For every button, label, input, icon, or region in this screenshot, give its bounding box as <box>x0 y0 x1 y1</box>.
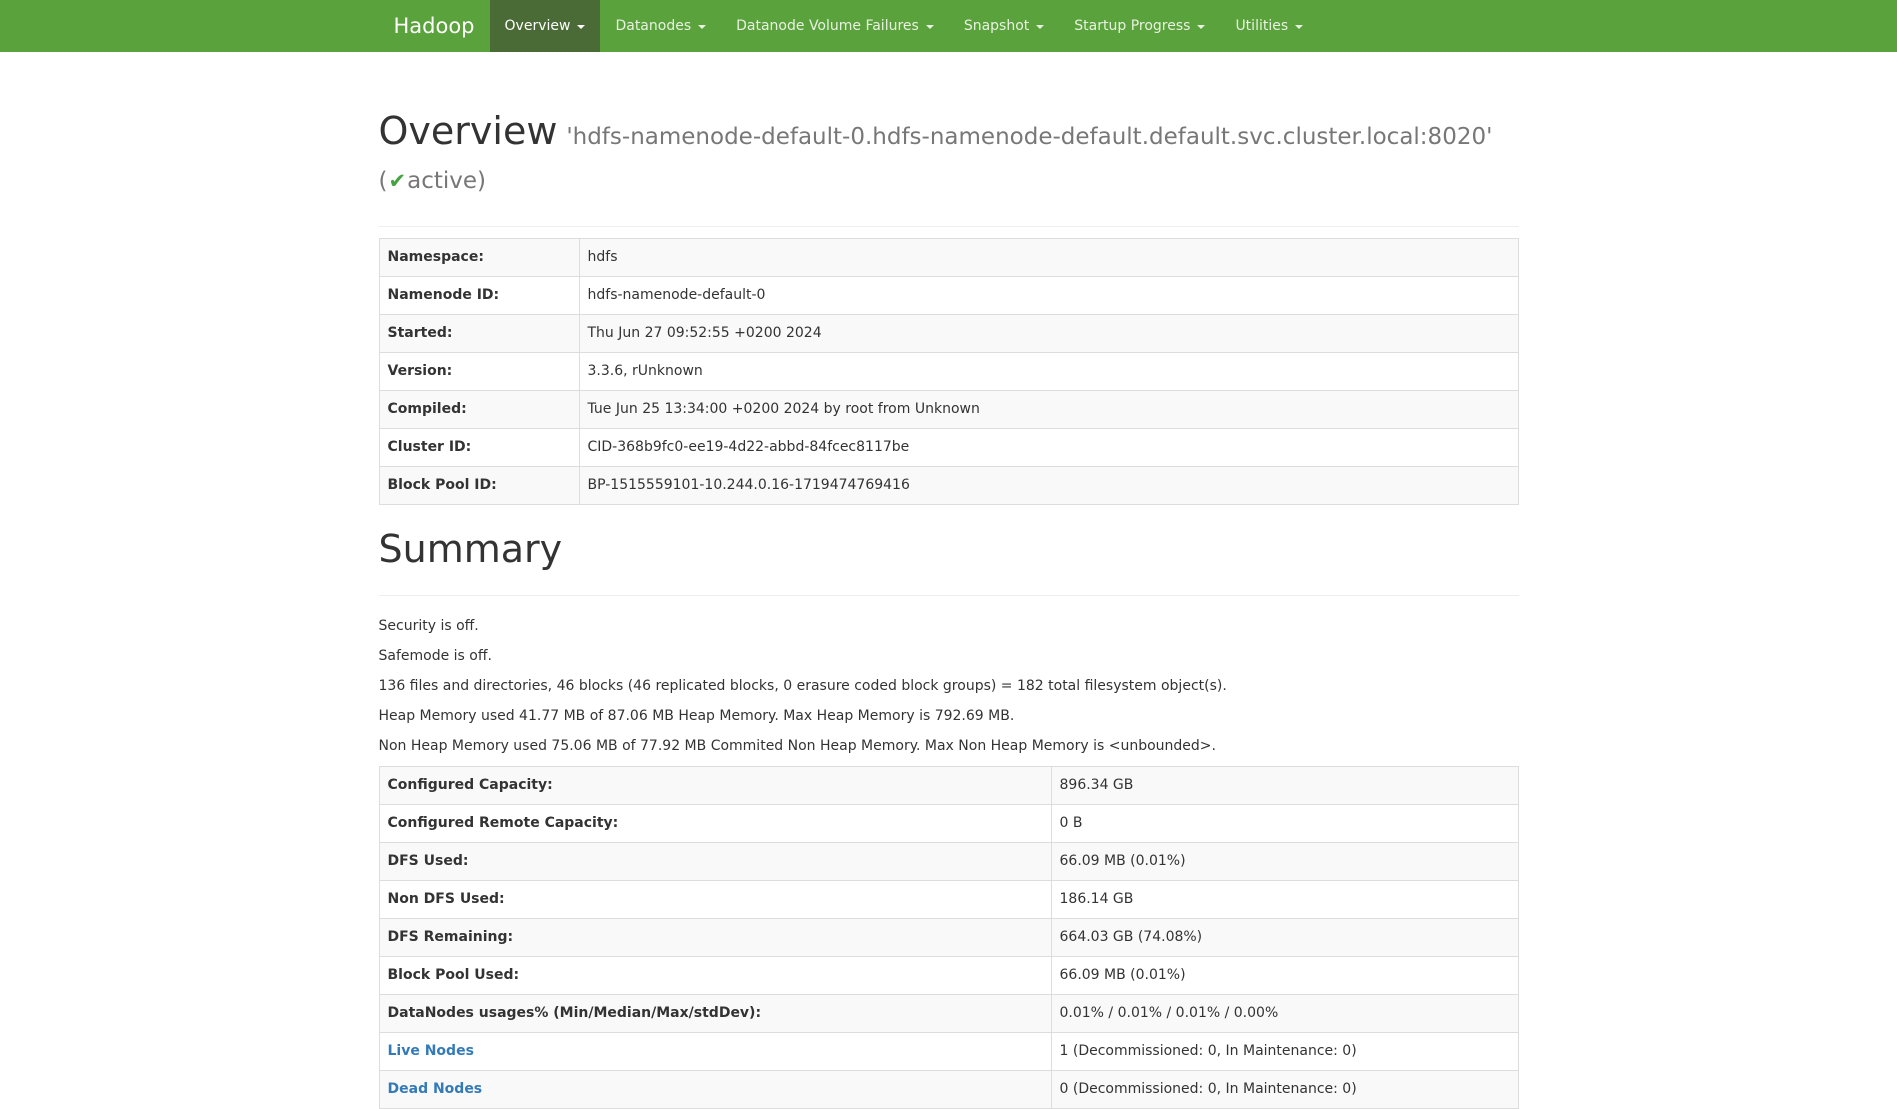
table-row: Non DFS Used: 186.14 GB <box>379 881 1518 919</box>
table-row: Compiled: Tue Jun 25 13:34:00 +0200 2024… <box>379 391 1518 429</box>
row-label: Configured Capacity: <box>379 767 1051 805</box>
navbar-item-label: Startup Progress <box>1074 18 1190 34</box>
row-label: Namespace: <box>379 239 579 277</box>
table-row: DFS Remaining: 664.03 GB (74.08%) <box>379 919 1518 957</box>
check-icon: ✔ <box>387 169 407 193</box>
summary-text: Security is off. Safemode is off. 136 fi… <box>379 606 1519 756</box>
page-title-line: Overview 'hdfs-namenode-default-0.hdfs-n… <box>379 107 1519 161</box>
navbar-item-label: Utilities <box>1235 18 1288 34</box>
summary-line: Heap Memory used 41.77 MB of 87.06 MB He… <box>379 706 1519 726</box>
row-value: 0.01% / 0.01% / 0.01% / 0.00% <box>1051 995 1518 1033</box>
row-value: 0 B <box>1051 805 1518 843</box>
caret-down-icon <box>577 25 585 29</box>
navbar-item[interactable]: Datanode Volume Failures <box>721 0 949 52</box>
summary-line: Safemode is off. <box>379 646 1519 666</box>
row-value: 0 (Decommissioned: 0, In Maintenance: 0) <box>1051 1071 1518 1109</box>
navbar-brand[interactable]: Hadoop <box>379 0 490 52</box>
namenode-status: (✔active) <box>379 161 1519 201</box>
summary-line: Non Heap Memory used 75.06 MB of 77.92 M… <box>379 736 1519 756</box>
navbar-item-label: Datanodes <box>615 18 691 34</box>
row-value: 186.14 GB <box>1051 881 1518 919</box>
row-value: 66.09 MB (0.01%) <box>1051 957 1518 995</box>
row-label[interactable]: Live Nodes <box>379 1033 1051 1071</box>
table-row: Started: Thu Jun 27 09:52:55 +0200 2024 <box>379 315 1518 353</box>
table-row: Block Pool Used: 66.09 MB (0.01%) <box>379 957 1518 995</box>
caret-down-icon <box>1036 25 1044 29</box>
row-value: Tue Jun 25 13:34:00 +0200 2024 by root f… <box>579 391 1518 429</box>
row-value: 66.09 MB (0.01%) <box>1051 843 1518 881</box>
row-label[interactable]: Dead Nodes <box>379 1071 1051 1109</box>
row-label: Block Pool ID: <box>379 467 579 505</box>
summary-heading: Summary <box>379 525 1519 573</box>
row-label: Configured Remote Capacity: <box>379 805 1051 843</box>
table-row: Block Pool ID: BP-1515559101-10.244.0.16… <box>379 467 1518 505</box>
table-row: Live Nodes 1 (Decommissioned: 0, In Main… <box>379 1033 1518 1071</box>
table-row: Configured Capacity: 896.34 GB <box>379 767 1518 805</box>
summary-line: 136 files and directories, 46 blocks (46… <box>379 676 1519 696</box>
row-value: 896.34 GB <box>1051 767 1518 805</box>
row-value: Thu Jun 27 09:52:55 +0200 2024 <box>579 315 1518 353</box>
cluster-metrics-table: Configured Capacity: 896.34 GB Configure… <box>379 766 1519 1109</box>
table-row: DFS Used: 66.09 MB (0.01%) <box>379 843 1518 881</box>
namenode-info-table: Namespace: hdfs Namenode ID: hdfs-nameno… <box>379 238 1519 505</box>
navbar-item[interactable]: Overview <box>490 0 601 52</box>
row-label: Cluster ID: <box>379 429 579 467</box>
navbar-item[interactable]: Utilities <box>1220 0 1318 52</box>
navbar-container: Hadoop Overview Datanodes Datanode Volum… <box>364 0 1534 52</box>
navbar-item-label: Datanode Volume Failures <box>736 18 919 34</box>
row-value: hdfs <box>579 239 1518 277</box>
caret-down-icon <box>1197 25 1205 29</box>
table-row: Dead Nodes 0 (Decommissioned: 0, In Main… <box>379 1071 1518 1109</box>
namenode-address: 'hdfs-namenode-default-0.hdfs-namenode-d… <box>566 124 1492 150</box>
row-label: DFS Used: <box>379 843 1051 881</box>
caret-down-icon <box>1295 25 1303 29</box>
navbar-item-label: Snapshot <box>964 18 1029 34</box>
status-close-paren: ) <box>477 168 486 194</box>
row-label: DataNodes usages% (Min/Median/Max/stdDev… <box>379 995 1051 1033</box>
row-label: Started: <box>379 315 579 353</box>
table-row: Namespace: hdfs <box>379 239 1518 277</box>
navbar-item[interactable]: Snapshot <box>949 0 1059 52</box>
row-label: DFS Remaining: <box>379 919 1051 957</box>
navbar-item[interactable]: Startup Progress <box>1059 0 1220 52</box>
table-row: Configured Remote Capacity: 0 B <box>379 805 1518 843</box>
main-content: Overview 'hdfs-namenode-default-0.hdfs-n… <box>364 107 1534 1109</box>
row-value: BP-1515559101-10.244.0.16-1719474769416 <box>579 467 1518 505</box>
table-row: DataNodes usages% (Min/Median/Max/stdDev… <box>379 995 1518 1033</box>
page-title-text: Overview <box>379 109 558 153</box>
status-label: active <box>407 168 477 194</box>
page-title: Overview 'hdfs-namenode-default-0.hdfs-n… <box>379 107 1519 201</box>
row-label: Non DFS Used: <box>379 881 1051 919</box>
row-label: Namenode ID: <box>379 277 579 315</box>
row-label: Block Pool Used: <box>379 957 1051 995</box>
summary-line: Security is off. <box>379 616 1519 636</box>
row-label: Compiled: <box>379 391 579 429</box>
table-row: Cluster ID: CID-368b9fc0-ee19-4d22-abbd-… <box>379 429 1518 467</box>
row-value: CID-368b9fc0-ee19-4d22-abbd-84fcec8117be <box>579 429 1518 467</box>
caret-down-icon <box>698 25 706 29</box>
row-value: hdfs-namenode-default-0 <box>579 277 1518 315</box>
row-value: 1 (Decommissioned: 0, In Maintenance: 0) <box>1051 1033 1518 1071</box>
caret-down-icon <box>926 25 934 29</box>
navbar-item-label: Overview <box>505 18 571 34</box>
navbar: Hadoop Overview Datanodes Datanode Volum… <box>0 0 1897 52</box>
table-row: Version: 3.3.6, rUnknown <box>379 353 1518 391</box>
summary-divider <box>379 595 1519 596</box>
navbar-menu: Overview Datanodes Datanode Volume Failu… <box>490 0 1319 52</box>
table-row: Namenode ID: hdfs-namenode-default-0 <box>379 277 1518 315</box>
row-value: 664.03 GB (74.08%) <box>1051 919 1518 957</box>
row-label: Version: <box>379 353 579 391</box>
cluster-metrics-table-body: Configured Capacity: 896.34 GB Configure… <box>379 767 1518 1109</box>
navbar-item[interactable]: Datanodes <box>600 0 721 52</box>
namenode-info-table-body: Namespace: hdfs Namenode ID: hdfs-nameno… <box>379 239 1518 505</box>
row-value: 3.3.6, rUnknown <box>579 353 1518 391</box>
header-divider <box>379 226 1519 227</box>
